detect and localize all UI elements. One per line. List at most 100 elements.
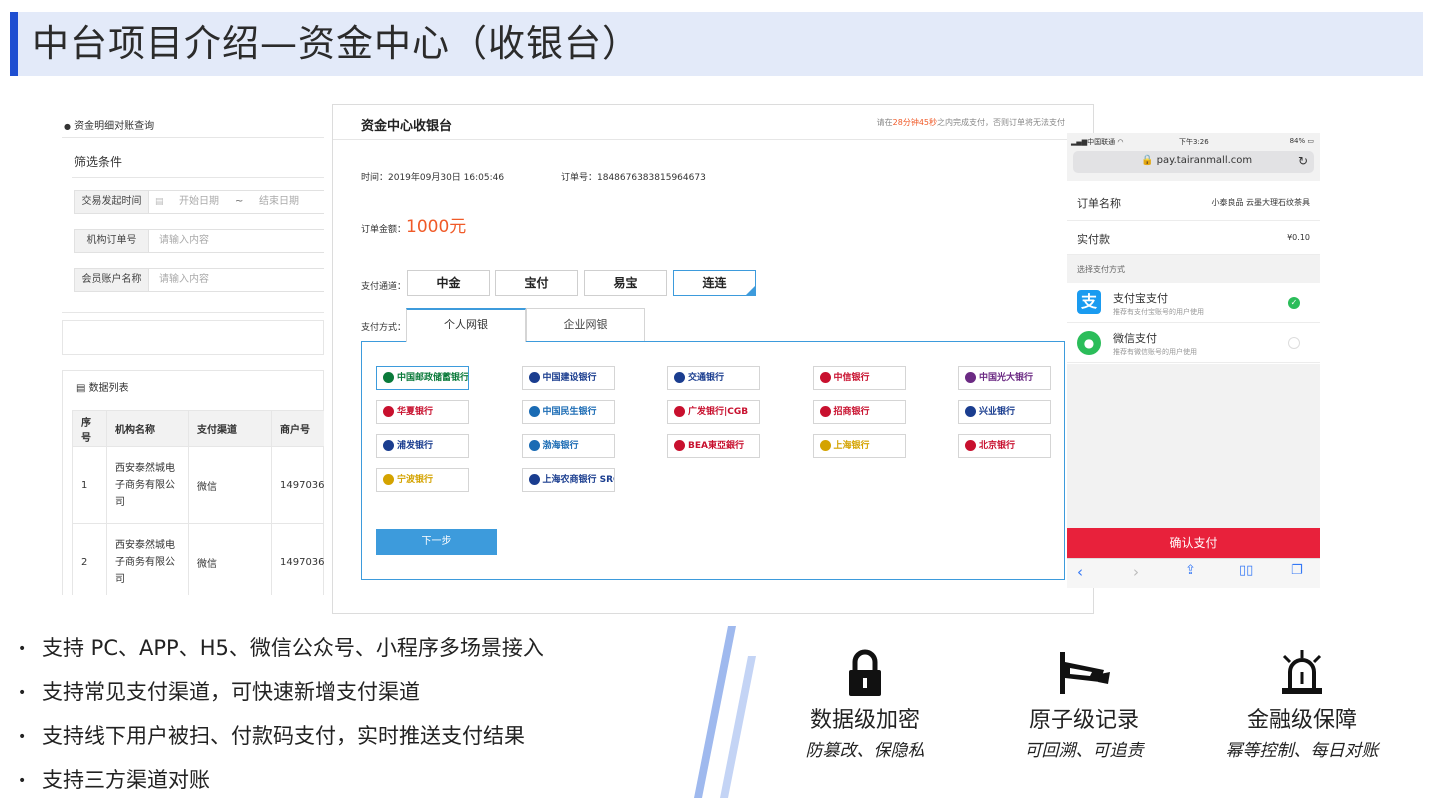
col-header-org: 机构名称 <box>106 410 189 447</box>
bank-logo-icon <box>819 372 831 383</box>
bank-option[interactable]: 上海农商银行 SRCB <box>521 468 615 492</box>
bank-option[interactable]: 中国建设银行 <box>521 366 615 390</box>
payment-deadline-notice: 请在28分钟45秒之内完成支付，否则订单将无法支付 <box>877 117 1065 128</box>
order-name-label: 订单名称 <box>1077 197 1121 210</box>
member-account-input[interactable]: 请输入内容 <box>159 269 209 291</box>
bank-option[interactable]: 中国光大银行 <box>958 366 1051 390</box>
bank-logo-icon <box>383 474 394 485</box>
bank-name: 中国民生银行 <box>542 407 597 417</box>
cell-merchant: 1497036 <box>271 446 324 524</box>
alipay-desc: 推荐有支付宝账号的用户使用 <box>1113 308 1204 316</box>
lock-small-icon: 🔒 <box>1141 155 1154 166</box>
feature-subtitle: 幂等控制、每日对账 <box>1225 741 1379 761</box>
list-icon: ▤ <box>76 383 86 394</box>
bank-logo-icon <box>674 372 685 383</box>
bank-name: 浦发银行 <box>397 441 434 451</box>
bank-option[interactable]: 浦发银行 <box>376 434 469 458</box>
wechat-name: 微信支付 <box>1113 332 1157 345</box>
bank-option[interactable]: 华夏银行 <box>376 400 469 424</box>
decorative-slashes <box>694 626 756 798</box>
bank-logo-icon <box>383 440 394 451</box>
bank-logo-icon <box>819 406 831 417</box>
bank-option[interactable]: 广发银行|CGB <box>667 400 760 424</box>
trade-time-label: 交易发起时间 <box>75 191 149 213</box>
tabs-icon[interactable]: ❐ <box>1291 563 1303 578</box>
bank-logo-icon <box>674 440 685 451</box>
bank-option[interactable]: 中国邮政储蓄银行 <box>376 366 469 390</box>
wifi-icon: ◠ <box>1117 138 1124 146</box>
data-list-title: ▤ 数据列表 <box>76 379 129 394</box>
checked-icon: ✓ <box>1288 297 1300 309</box>
end-date-input[interactable]: 结束日期 <box>259 191 299 213</box>
cashier-title: 资金中心收银台 <box>361 119 453 134</box>
forward-icon[interactable]: › <box>1133 563 1139 581</box>
status-bar-time: 下午3:26 <box>1179 138 1209 146</box>
bank-logo-icon <box>383 406 394 417</box>
cashier-panel: 资金中心收银台 请在28分钟45秒之内完成支付，否则订单将无法支付 时间：201… <box>332 104 1094 614</box>
wechat-option[interactable]: ● 微信支付 推荐有微信账号的用户使用 <box>1067 323 1320 363</box>
tab-personal-banking[interactable]: 个人网银 <box>406 308 526 342</box>
wechat-icon: ● <box>1077 331 1101 355</box>
battery-icon: ▭ <box>1307 137 1314 145</box>
bank-option[interactable]: 宁波银行 <box>376 468 469 492</box>
empty-area <box>1067 364 1320 528</box>
table-row[interactable]: 2 西安泰然城电子商务有限公司 微信 1497036 <box>72 523 324 595</box>
breadcrumb: ● 资金明细对账查询 <box>64 121 155 132</box>
tab-corporate-banking[interactable]: 企业网银 <box>526 308 645 341</box>
back-icon[interactable]: ‹ <box>1077 563 1083 581</box>
bank-name: 中信银行 <box>833 373 870 383</box>
channel-lianlian-button[interactable]: 连连 <box>673 270 756 296</box>
bank-option[interactable]: 北京银行 <box>958 434 1051 458</box>
bank-name: 宁波银行 <box>397 475 434 485</box>
status-bar-battery: 84% ▭ <box>1289 137 1314 145</box>
reload-icon[interactable]: ↻ <box>1298 154 1308 168</box>
alipay-name: 支付宝支付 <box>1113 292 1168 305</box>
wechat-desc: 推荐有微信账号的用户使用 <box>1113 348 1197 356</box>
start-date-input[interactable]: 开始日期 <box>179 191 219 213</box>
bank-logo-icon <box>965 406 976 417</box>
calendar-icon: ▤ <box>155 197 164 207</box>
bank-option[interactable]: 交通银行 <box>667 366 760 390</box>
bank-option[interactable]: 中国民生银行 <box>521 400 615 424</box>
bank-name: 交通银行 <box>688 373 725 383</box>
paid-value: ¥0.10 <box>1287 233 1310 242</box>
bank-name: 华夏银行 <box>397 407 434 417</box>
method-label: 支付方式： <box>361 323 407 333</box>
bank-name: 兴业银行 <box>979 407 1016 417</box>
bank-option[interactable]: 中信银行 <box>812 366 906 390</box>
order-time: 时间：2019年09月30日 16:05:46 <box>361 173 505 183</box>
next-step-button[interactable]: 下一步 <box>376 529 497 555</box>
feature-security: 金融级保障 幂等控制、每日对账 <box>1202 648 1402 761</box>
bank-name: 上海银行 <box>833 441 870 451</box>
bank-logo-icon <box>965 440 976 451</box>
bank-option[interactable]: 上海银行 <box>812 434 906 458</box>
bank-name: 上海农商银行 SRCB <box>542 475 614 485</box>
signal-icon: ▂▄▆ <box>1071 138 1088 146</box>
bank-name: 中国光大银行 <box>979 373 1034 383</box>
channel-yibao-button[interactable]: 易宝 <box>584 270 667 296</box>
bank-name: 北京银行 <box>979 441 1016 451</box>
confirm-pay-button[interactable]: 确认支付 <box>1067 528 1320 558</box>
bank-option[interactable]: 兴业银行 <box>958 400 1051 424</box>
feature-subtitle: 可回溯、可追责 <box>1024 741 1144 761</box>
bank-logo-icon <box>528 474 540 485</box>
status-bar-carrier: ▂▄▆中国联通 ◠ <box>1071 138 1124 146</box>
share-icon[interactable]: ⇪ <box>1185 563 1196 578</box>
order-name-row: 订单名称 小泰良品 云墨大理石纹茶具 <box>1067 185 1320 221</box>
channel-zhongjin-button[interactable]: 中金 <box>407 270 490 296</box>
cell-org: 西安泰然城电子商务有限公司 <box>106 446 189 524</box>
bank-option[interactable]: 招商银行 <box>812 400 906 424</box>
url-text: 🔒 pay.tairanmall.com <box>1141 155 1253 166</box>
alipay-option[interactable]: 支 支付宝支付 推荐有支付宝账号的用户使用 ✓ <box>1067 283 1320 323</box>
trade-time-field: 交易发起时间 ▤ 开始日期 ~ 结束日期 <box>74 190 324 214</box>
bank-option[interactable]: 渤海银行 <box>521 434 615 458</box>
channel-label: 支付通道： <box>361 282 407 292</box>
mobile-checkout: ▂▄▆中国联通 ◠ 下午3:26 84% ▭ 🔒 pay.tairanmall.… <box>1067 133 1320 588</box>
channel-baofu-button[interactable]: 宝付 <box>495 270 578 296</box>
order-no-input[interactable]: 请输入内容 <box>159 230 209 252</box>
notice-countdown: 28分钟45秒 <box>892 118 937 127</box>
table-row[interactable]: 1 西安泰然城电子商务有限公司 微信 1497036 <box>72 446 324 524</box>
bank-option[interactable]: BEA東亞銀行 <box>667 434 760 458</box>
order-no-field: 机构订单号 请输入内容 <box>74 229 324 253</box>
bookmarks-icon[interactable]: ▯▯ <box>1239 563 1253 578</box>
